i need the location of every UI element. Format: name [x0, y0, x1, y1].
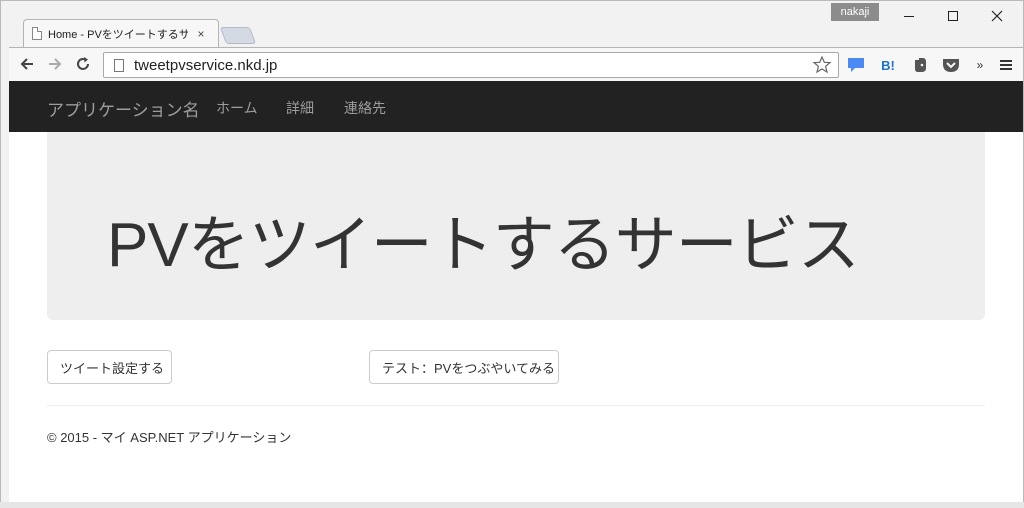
maximize-button[interactable] [931, 5, 975, 27]
browser-chrome: Home - PVをツイートするサー × nakaji tweetpvservi… [9, 1, 1023, 81]
page-viewport: アプリケーション名 ホーム 詳細 連絡先 PVをツイートするサービス ツイート設… [9, 81, 1023, 503]
nav-link-contact[interactable]: 連絡先 [344, 98, 386, 118]
page-icon [32, 27, 42, 40]
browser-menu-button[interactable] [995, 54, 1017, 76]
reload-icon [77, 57, 89, 70]
browser-window: Home - PVをツイートするサー × nakaji tweetpvservi… [0, 0, 1024, 508]
desktop-bottom-strip [0, 502, 1024, 508]
back-arrow-icon [20, 58, 33, 70]
back-button[interactable] [15, 52, 39, 76]
profile-badge[interactable]: nakaji [831, 3, 879, 21]
url-text: tweetpvservice.nkd.jp [134, 56, 278, 74]
test-tweet-button[interactable]: テスト：PVをつぶやいてみる [369, 350, 559, 384]
pocket-icon[interactable] [940, 54, 962, 76]
hamburger-menu-icon [1000, 60, 1012, 70]
tab-title: Home - PVをツイートするサー [48, 28, 188, 41]
chat-extension-icon[interactable] [845, 54, 867, 76]
page-info-icon[interactable] [114, 58, 124, 72]
site-navbar: アプリケーション名 ホーム 詳細 連絡先 [9, 81, 1023, 132]
close-window-button[interactable] [975, 5, 1019, 27]
tweet-settings-button[interactable]: ツイート設定する [47, 350, 172, 384]
tab-close-icon[interactable]: × [194, 27, 208, 41]
new-tab-button[interactable] [219, 27, 257, 44]
jumbotron: PVをツイートするサービス [47, 132, 985, 320]
close-icon [991, 10, 1003, 22]
forward-button[interactable] [43, 52, 67, 76]
minimize-button[interactable] [887, 5, 931, 27]
reload-button[interactable] [71, 52, 95, 76]
more-extensions-button[interactable]: » [969, 54, 991, 76]
forward-arrow-icon [49, 58, 62, 70]
evernote-icon[interactable] [909, 54, 931, 76]
address-bar[interactable]: tweetpvservice.nkd.jp [103, 52, 839, 78]
footer-copyright: © 2015 - マイ ASP.NET アプリケーション [47, 430, 292, 445]
hatena-bookmark-icon[interactable]: B! [877, 54, 899, 76]
maximize-icon [948, 11, 958, 21]
nav-link-about[interactable]: 詳細 [286, 98, 314, 118]
navbar-brand[interactable]: アプリケーション名 [47, 96, 200, 121]
bookmark-star-icon[interactable] [812, 55, 832, 75]
footer-divider [47, 405, 985, 406]
nav-link-home[interactable]: ホーム [216, 98, 258, 118]
minimize-icon [904, 15, 914, 17]
browser-tab[interactable]: Home - PVをツイートするサー × [23, 19, 219, 47]
browser-toolbar: tweetpvservice.nkd.jp B! » [9, 47, 1023, 81]
page-title: PVをツイートするサービス [107, 211, 860, 280]
